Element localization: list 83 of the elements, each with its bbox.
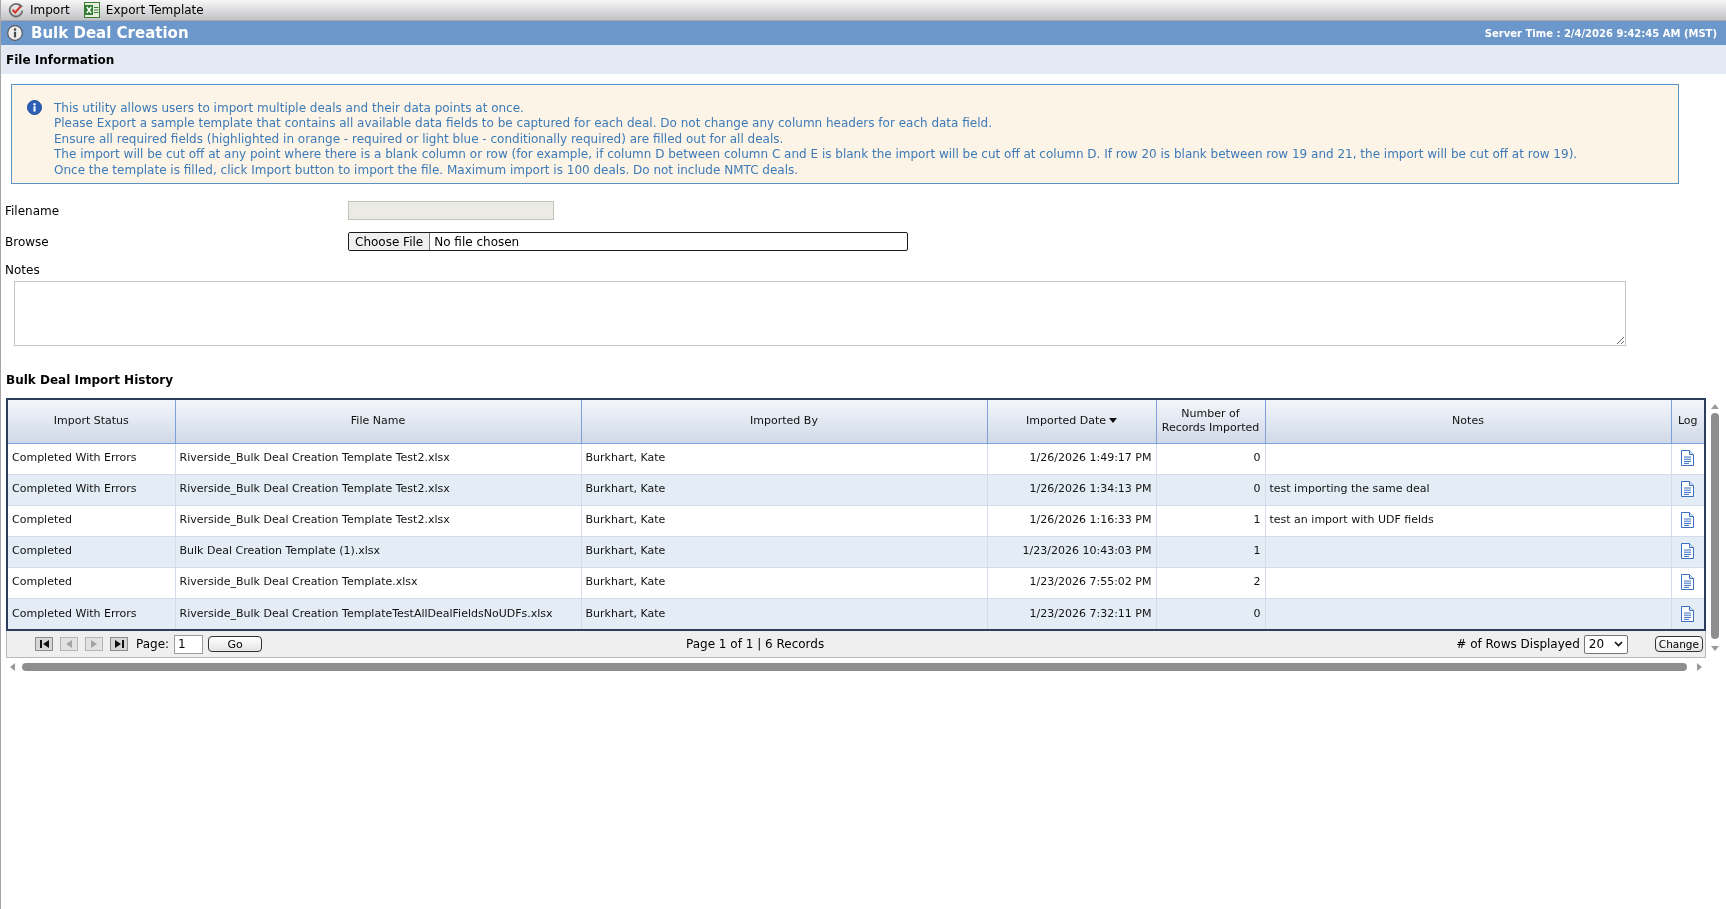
table-cell: Riverside_Bulk Deal Creation Template Test2.xlsx (175, 505, 581, 536)
table-cell: test importing the same deal (1265, 474, 1671, 505)
table-cell: Burkhart, Kate (581, 536, 987, 567)
table-cell: Completed (8, 567, 175, 598)
change-button[interactable]: Change (1654, 636, 1703, 652)
horizontal-scrollbar[interactable] (8, 661, 1704, 673)
circular-check-icon (8, 2, 24, 18)
info-text: Please Export a sample template that contains all available data fields to be captured for each deal. Do not change any column headers for each data field. (54, 116, 993, 132)
file-picker[interactable]: Choose File No file chosen (348, 232, 908, 251)
table-cell: 1/23/2026 7:55:02 PM (987, 567, 1156, 598)
file-status-text: No file chosen (433, 233, 520, 250)
table-cell: Completed (8, 505, 175, 536)
table-cell: Burkhart, Kate (581, 474, 987, 505)
table-cell: 1/26/2026 1:34:13 PM (987, 474, 1156, 505)
table-cell: 0 (1156, 474, 1265, 505)
table-cell: Riverside_Bulk Deal Creation TemplateTestAllDealFieldsNoUDFs.xlsx (175, 598, 581, 629)
page-label: Page: (136, 636, 170, 653)
caret-down-icon (1109, 417, 1117, 423)
rows-per-page-select[interactable]: 20 (1583, 634, 1628, 654)
table-cell: 1/23/2026 10:43:03 PM (987, 536, 1156, 567)
page-input[interactable]: 1 (174, 634, 204, 654)
table-cell: 1/23/2026 7:32:11 PM (987, 598, 1156, 629)
info-icon (7, 25, 23, 41)
table-cell: Burkhart, Kate (581, 598, 987, 629)
spreadsheet-icon (83, 2, 100, 18)
chevron-down-icon (1613, 641, 1623, 647)
table-cell: Riverside_Bulk Deal Creation Template Test2.xlsx (175, 443, 581, 474)
column-header[interactable]: Imported Date (987, 400, 1156, 443)
info-text: This utility allows users to import multiple deals and their data points at once. (54, 101, 525, 117)
field-label: Filename (4, 202, 61, 220)
info-icon (27, 100, 42, 115)
table-cell: Completed With Errors (8, 443, 175, 474)
document-icon[interactable] (1681, 543, 1695, 560)
import-button[interactable]: Import (7, 0, 71, 20)
table-cell: Completed With Errors (8, 474, 175, 505)
column-header[interactable]: Notes (1265, 400, 1671, 443)
info-text: Ensure all required fields (highlighted in orange - required or light blue - conditionally required) are filled out for all deals. (54, 131, 785, 148)
column-header[interactable]: Log (1671, 400, 1704, 443)
document-icon[interactable] (1681, 450, 1695, 467)
table-cell: 1/26/2026 1:49:17 PM (987, 443, 1156, 474)
table-cell: Bulk Deal Creation Template (1).xlsx (175, 536, 581, 567)
table-cell: 0 (1156, 443, 1265, 474)
page-title: Bulk Deal Creation (31, 22, 189, 44)
column-header[interactable]: Number of Records Imported (1156, 400, 1265, 443)
table-cell: Burkhart, Kate (581, 443, 987, 474)
column-header[interactable]: Import Status (8, 400, 175, 443)
table-cell: 0 (1156, 598, 1265, 629)
document-icon[interactable] (1681, 481, 1695, 498)
info-text: The import will be cut off at any point where there is a blank column or row (for example, if column D between column C and E is blank the import will be cut off at column D. If row 20 is blank between row 19 and 21, the import will be cut off at row 19). (54, 147, 1578, 163)
table-cell: 1 (1156, 505, 1265, 536)
table-cell: test an import with UDF fields (1265, 505, 1671, 536)
document-icon[interactable] (1681, 512, 1695, 529)
triangle-right-icon (91, 640, 97, 648)
table-cell: Completed With Errors (8, 598, 175, 629)
export-template-button[interactable]: Export Template (82, 0, 205, 20)
section-heading: File Information (6, 51, 115, 69)
column-header[interactable]: File Name (175, 400, 581, 443)
info-text: Once the template is filled, click Import button to import the file. Maximum import is 100 deals. Do not include NMTC deals. (54, 162, 800, 179)
document-icon[interactable] (1681, 605, 1695, 622)
table-cell: Completed (8, 536, 175, 567)
notes-field[interactable] (14, 281, 1626, 346)
skip-first-icon (39, 640, 49, 648)
skip-last-icon (114, 640, 124, 648)
first-page-button[interactable] (35, 637, 53, 651)
table-cell: 1 (1156, 536, 1265, 567)
choose-file-button[interactable]: Choose File (349, 233, 431, 250)
go-button[interactable]: Go (208, 636, 263, 652)
table-cell: Burkhart, Kate (581, 505, 987, 536)
table-cell: 2 (1156, 567, 1265, 598)
document-icon[interactable] (1681, 574, 1695, 591)
rows-displayed-label: # of Rows Displayed (1456, 636, 1580, 653)
field-label: Browse (4, 233, 50, 251)
page-summary: Page 1 of 1 | 6 Records (686, 636, 825, 653)
section-heading: Bulk Deal Import History (6, 372, 174, 389)
table-cell: Riverside_Bulk Deal Creation Template.xlsx (175, 567, 581, 598)
table-cell: 1/26/2026 1:16:33 PM (987, 505, 1156, 536)
table-cell: Riverside_Bulk Deal Creation Template Test2.xlsx (175, 474, 581, 505)
triangle-left-icon (66, 640, 72, 648)
column-header[interactable]: Imported By (581, 400, 987, 443)
field-label: Notes (5, 262, 40, 279)
last-page-button[interactable] (110, 637, 128, 651)
server-time: Server Time : 2/4/2026 9:42:45 AM (MST) (1484, 26, 1717, 41)
table-cell: Burkhart, Kate (581, 567, 987, 598)
